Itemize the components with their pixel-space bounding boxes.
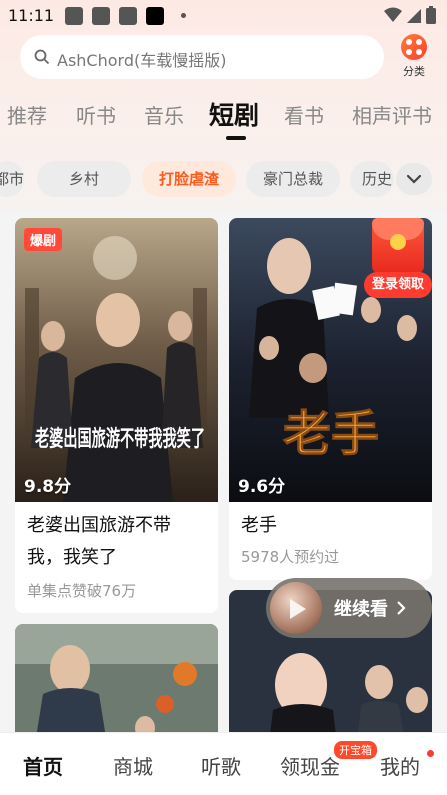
tab-short-drama[interactable]: 短剧: [209, 96, 259, 132]
chip-face-slap[interactable]: 打脸虐渣: [142, 161, 236, 197]
drama-card[interactable]: 老婆出国旅游不带我我笑了 爆剧 9.8分 老婆出国旅游不带 我，我笑了 单集点赞…: [15, 218, 218, 613]
wifi-icon: [384, 7, 402, 22]
chevron-down-icon: [406, 174, 422, 184]
tab-music[interactable]: 音乐: [144, 100, 184, 129]
continue-label: 继续看: [334, 599, 388, 620]
nav-me[interactable]: 我的: [380, 751, 420, 780]
expand-chips-button[interactable]: [396, 163, 432, 195]
nav-mall[interactable]: 商城: [113, 751, 153, 780]
more-notifications-icon: [181, 13, 186, 18]
notification-icon: [65, 7, 83, 25]
login-reward-label: 登录领取: [364, 272, 432, 298]
svg-text:老婆出国旅游不带我我笑了: 老婆出国旅游不带我我笑了: [34, 426, 205, 452]
rating: 9.6分: [238, 477, 286, 497]
continue-watching-button[interactable]: 继续看: [266, 578, 432, 638]
status-bar: 11:11: [0, 0, 447, 32]
drama-subtitle: 单集点赞破76万: [27, 582, 137, 600]
battery-icon: [426, 6, 436, 24]
nav-home[interactable]: 首页: [23, 751, 63, 780]
search-bar[interactable]: AshChord(车载慢摇版): [20, 35, 384, 79]
nav-listen[interactable]: 听歌: [201, 751, 241, 780]
svg-text:老手: 老手: [283, 406, 379, 462]
treasure-box-badge: 开宝箱: [334, 741, 377, 759]
drama-poster: [15, 624, 218, 744]
drama-subtitle: 5978人预约过: [241, 548, 340, 566]
hot-badge: 爆剧: [24, 228, 63, 251]
clock: 11:11: [8, 6, 55, 25]
drama-card[interactable]: [15, 624, 218, 744]
chip-history[interactable]: 历史: [350, 161, 394, 197]
drama-title-line2: 我，我笑了: [27, 547, 117, 568]
active-tab-indicator: [226, 136, 246, 140]
drama-title: 老婆出国旅游不带: [27, 515, 171, 536]
search-icon: [34, 49, 50, 65]
tab-crosstalk[interactable]: 相声评书: [352, 100, 432, 129]
play-icon: [290, 599, 306, 619]
category-label: 分类: [403, 65, 425, 78]
rating: 9.8分: [24, 477, 72, 497]
notification-icon: [92, 7, 110, 25]
tab-reading[interactable]: 看书: [284, 100, 324, 129]
chip-ceo-romance[interactable]: 豪门总裁: [246, 161, 340, 197]
drama-title: 老手: [241, 515, 277, 536]
nav-cash[interactable]: 领现金: [280, 751, 340, 780]
drama-poster: 老婆出国旅游不带我我笑了: [15, 218, 218, 502]
category-icon: [401, 34, 427, 60]
bottom-navigation: 首页 商城 听歌 领现金 我的 开宝箱: [0, 732, 447, 795]
notification-icon: [119, 7, 137, 25]
login-reward-button[interactable]: 登录领取: [364, 218, 432, 300]
chevron-right-icon: [397, 601, 406, 615]
category-button[interactable]: 分类: [397, 34, 431, 79]
notification-dot: [427, 750, 434, 757]
continue-thumbnail: [270, 582, 322, 634]
tab-recommend[interactable]: 推荐: [7, 100, 47, 129]
search-placeholder: AshChord(车载慢摇版): [57, 51, 227, 70]
notification-icon: [146, 7, 164, 25]
tab-audiobook[interactable]: 听书: [76, 100, 116, 129]
signal-icon: [407, 9, 421, 23]
chip-rural[interactable]: 乡村: [37, 161, 131, 197]
